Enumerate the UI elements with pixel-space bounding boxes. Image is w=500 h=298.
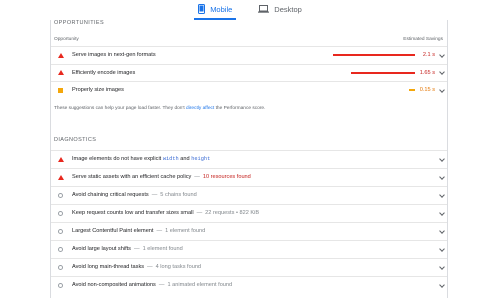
opportunity-label: Efficiently encode images [72,69,136,76]
diagnostic-detail: 1 element found [165,228,206,235]
diagnostic-label-and: and [180,156,190,163]
phone-icon [198,4,206,14]
chevron-down-icon[interactable] [439,173,445,180]
directly-affect-link[interactable]: directly affect [186,106,214,111]
note-text-before: These suggestions can help your page loa… [54,106,185,111]
diagnostic-detail: 10 resources found [202,174,251,181]
device-tabs: Mobile Desktop [0,0,500,20]
separator: — [133,246,140,253]
info-circle-icon [57,210,64,217]
diagnostic-detail: 22 requests • 822 KiB [205,210,260,217]
separator: — [194,174,200,181]
savings-value: 1.65 s [419,69,435,76]
diagnostic-detail: 1 element found [142,246,183,253]
savings-value: 2.1 s [422,52,435,59]
diagnostic-row[interactable]: Avoid long main-thread tasks — 4 long ta… [51,258,447,276]
chevron-down-icon[interactable] [439,281,445,288]
diagnostic-detail: 4 long tasks found [155,264,202,271]
savings-bar [333,54,415,57]
laptop-icon [258,5,270,13]
diagnostic-row[interactable]: Image elements do not have explicit widt… [51,150,447,168]
opportunities-note: These suggestions can help your page loa… [54,106,265,111]
savings-bar [350,71,415,74]
fail-triangle-icon [57,174,64,181]
opportunities-column-headers: Opportunity Estimated Savings [54,37,447,45]
diagnostic-detail: 1 animated element found [167,282,233,289]
diagnostic-row[interactable]: Largest Contentful Paint element — 1 ele… [51,222,447,240]
opportunity-row[interactable]: Serve images in next-gen formats 2.1 s [51,46,447,64]
average-square-icon [57,87,64,94]
fail-triangle-icon [57,156,64,163]
column-estimated-savings: Estimated Savings [403,37,443,42]
separator: — [151,192,158,199]
note-text-after: the Performance score. [215,106,266,111]
info-circle-icon [57,228,64,235]
diagnostic-label: Largest Contentful Paint element [72,228,154,235]
code-height: height [191,156,211,163]
chevron-down-icon[interactable] [439,155,445,162]
separator: — [196,210,203,217]
info-circle-icon [57,282,64,289]
savings-indicator: 1.65 s [287,65,447,82]
diagnostic-label: Avoid chaining critical requests [72,192,149,199]
chevron-down-icon[interactable] [439,209,445,216]
diagnostic-label: Keep request counts low and transfer siz… [72,210,194,217]
savings-bar [409,89,415,92]
opportunity-row[interactable]: Properly size images 0.15 s [51,81,447,99]
diagnostic-detail: 5 chains found [160,192,197,199]
info-circle-icon [57,264,64,271]
fail-triangle-icon [57,52,64,59]
diagnostic-label: Image elements do not have explicit widt… [72,156,210,162]
chevron-down-icon[interactable] [439,191,445,198]
separator: — [156,228,163,235]
savings-indicator: 2.1 s [287,47,447,64]
diagnostic-label-text: Image elements do not have explicit [72,156,162,163]
diagnostic-row[interactable]: Avoid large layout shifts — 1 element fo… [51,240,447,258]
diagnostic-label: Avoid long main-thread tasks [72,264,145,271]
diagnostic-row[interactable]: Keep request counts low and transfer siz… [51,204,447,222]
diagnostics-title: DIAGNOSTICS [54,137,97,143]
diagnostic-row[interactable]: Avoid non-composited animations — 1 anim… [51,276,447,294]
separator: — [147,264,153,271]
column-opportunity: Opportunity [54,37,79,42]
tab-desktop-label: Desktop [274,4,302,14]
info-circle-icon [57,192,64,199]
diagnostic-row[interactable]: Avoid chaining critical requests — 5 cha… [51,186,447,204]
savings-value: 0.15 s [419,87,435,94]
diagnostic-row[interactable]: Serve static assets with an efficient ca… [51,168,447,186]
diagnostic-label: Avoid non-composited animations [72,282,156,289]
diagnostic-label: Avoid large layout shifts [72,246,131,253]
chevron-down-icon[interactable] [439,263,445,270]
tab-mobile-label: Mobile [210,4,233,14]
opportunity-label: Properly size images [72,87,124,94]
opportunity-label: Serve images in next-gen formats [72,52,156,59]
info-circle-icon [57,246,64,253]
tab-desktop[interactable]: Desktop [254,0,306,18]
code-width: width [162,156,179,163]
savings-indicator: 0.15 s [287,82,447,99]
tab-mobile[interactable]: Mobile [194,0,237,20]
chevron-down-icon[interactable] [439,227,445,234]
opportunities-title: OPPORTUNITIES [54,20,105,26]
chevron-down-icon[interactable] [439,245,445,252]
audit-panel: OPPORTUNITIES Opportunity Estimated Savi… [50,20,448,298]
fail-triangle-icon [57,69,64,76]
separator: — [158,282,165,289]
opportunity-row[interactable]: Efficiently encode images 1.65 s [51,63,447,82]
diagnostic-label: Serve static assets with an efficient ca… [72,174,192,181]
